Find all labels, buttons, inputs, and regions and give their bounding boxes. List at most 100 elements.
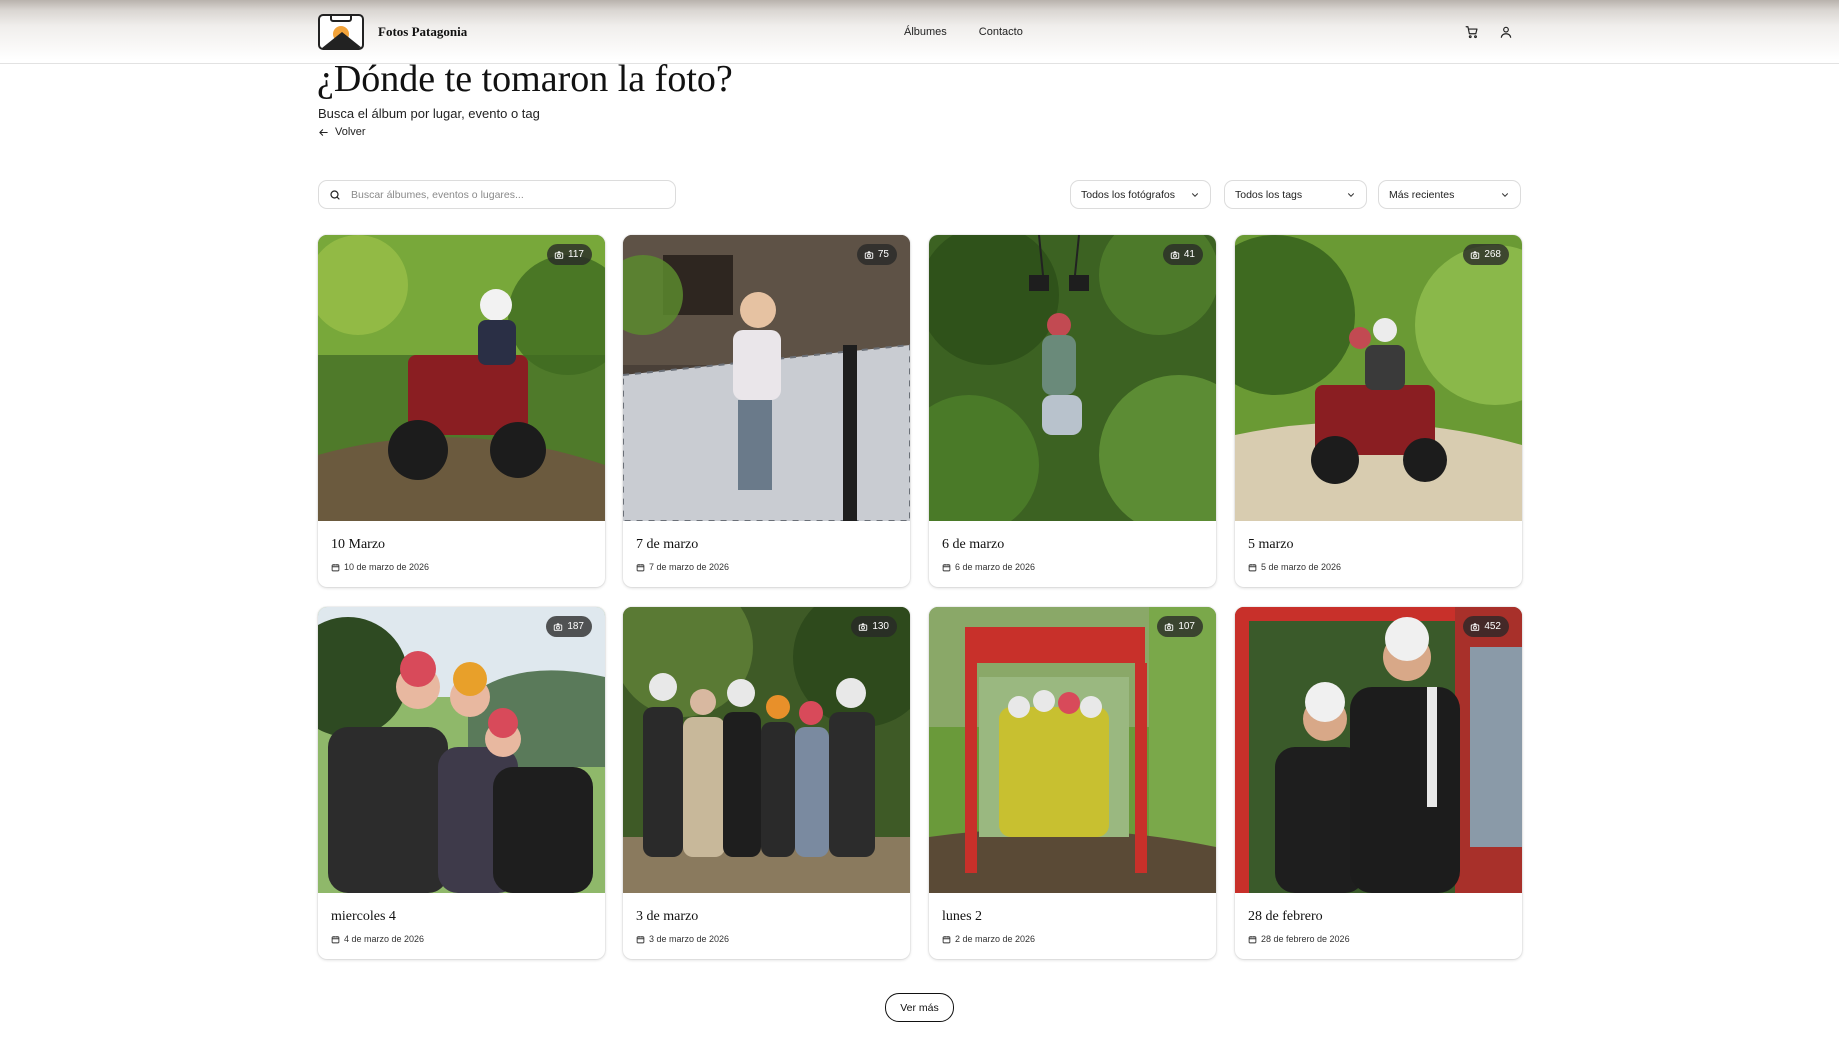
album-name: miercoles 4 xyxy=(331,909,396,924)
album-date: 7 de marzo de 2026 xyxy=(636,562,729,572)
photo-count: 452 xyxy=(1484,621,1501,632)
photo-count-badge: 268 xyxy=(1463,244,1509,265)
photo-count: 130 xyxy=(872,621,889,632)
album-name: 7 de marzo xyxy=(636,537,699,552)
arrow-left-icon xyxy=(319,128,328,136)
camera-logo-icon xyxy=(318,14,364,50)
calendar-icon xyxy=(331,935,340,943)
album-card[interactable]: 107 lunes 2 2 de marzo de 2026 xyxy=(929,607,1216,959)
album-name: lunes 2 xyxy=(942,909,983,924)
album-date-text: 3 de marzo de 2026 xyxy=(649,934,730,944)
album-date: 10 de marzo de 2026 xyxy=(331,562,429,572)
album-name: 10 Marzo xyxy=(331,537,386,552)
calendar-icon xyxy=(636,935,645,943)
photographer-select[interactable]: Todos los fotógrafos xyxy=(1070,180,1211,209)
album-cover-image xyxy=(929,607,1216,893)
photo-count-badge: 187 xyxy=(546,616,592,637)
photo-count: 117 xyxy=(568,249,584,260)
album-name: 6 de marzo xyxy=(942,537,1005,552)
album-card[interactable]: 452 28 de febrero 28 de febrero de 2026 xyxy=(1235,607,1522,959)
calendar-icon xyxy=(1248,563,1257,571)
nav-albums-link[interactable]: Álbumes xyxy=(904,26,947,38)
calendar-icon xyxy=(1248,935,1257,943)
album-date: 4 de marzo de 2026 xyxy=(331,934,424,944)
album-cover-image xyxy=(318,235,605,521)
album-date: 2 de marzo de 2026 xyxy=(942,934,1035,944)
camera-icon xyxy=(554,250,564,259)
back-label: Volver xyxy=(335,126,366,138)
album-cover-image xyxy=(623,607,910,893)
album-date: 3 de marzo de 2026 xyxy=(636,934,729,944)
camera-icon xyxy=(1165,622,1174,631)
camera-icon xyxy=(1471,250,1480,259)
album-date-text: 10 de marzo de 2026 xyxy=(344,562,430,572)
photo-count: 107 xyxy=(1178,621,1195,632)
load-more-button[interactable]: Ver más xyxy=(885,993,954,1022)
main-nav: Álbumes Contacto xyxy=(904,26,1023,38)
photographer-select-value: Todos los fotógrafos xyxy=(1081,188,1175,201)
album-date: 28 de febrero de 2026 xyxy=(1248,934,1350,944)
chevron-down-icon xyxy=(1192,192,1198,197)
calendar-icon xyxy=(636,563,645,571)
album-date-text: 28 de febrero de 2026 xyxy=(1261,934,1350,944)
site-header: Fotos Patagonia Álbumes Contacto xyxy=(0,0,1839,64)
nav-contact-link[interactable]: Contacto xyxy=(979,26,1023,38)
album-date-text: 5 de marzo de 2026 xyxy=(1261,562,1342,572)
album-date: 6 de marzo de 2026 xyxy=(942,562,1035,572)
album-date-text: 6 de marzo de 2026 xyxy=(955,562,1036,572)
calendar-icon xyxy=(942,563,951,571)
calendar-icon xyxy=(942,935,951,943)
album-date-text: 7 de marzo de 2026 xyxy=(649,562,730,572)
camera-icon xyxy=(1170,250,1180,259)
album-name: 28 de febrero xyxy=(1248,909,1323,924)
album-cover-image xyxy=(1235,235,1522,521)
album-card[interactable]: 130 3 de marzo 3 de marzo de 2026 xyxy=(623,607,910,959)
photo-count-badge: 452 xyxy=(1463,616,1509,637)
photo-count-badge: 107 xyxy=(1157,616,1203,637)
page-title: ¿Dónde te tomaron la foto? xyxy=(317,58,733,100)
album-name: 3 de marzo xyxy=(636,909,699,924)
page-subtitle: Busca el álbum por lugar, evento o tag xyxy=(318,106,540,121)
album-card[interactable]: 75 7 de marzo 7 de marzo de 2026 xyxy=(623,235,910,587)
album-name: 5 marzo xyxy=(1248,537,1294,552)
sort-select-value: Más recientes xyxy=(1389,188,1455,201)
photo-count: 268 xyxy=(1484,249,1501,260)
camera-icon xyxy=(554,622,563,631)
photo-count-badge: 41 xyxy=(1162,244,1203,265)
photo-count: 187 xyxy=(567,621,584,632)
camera-icon xyxy=(1471,622,1480,631)
search-box xyxy=(318,180,676,209)
sort-select[interactable]: Más recientes xyxy=(1378,180,1521,209)
album-date-text: 2 de marzo de 2026 xyxy=(955,934,1036,944)
chevron-down-icon xyxy=(1502,192,1508,197)
album-date: 5 de marzo de 2026 xyxy=(1248,562,1341,572)
album-cover-image xyxy=(929,235,1216,521)
camera-icon xyxy=(864,250,874,259)
camera-icon xyxy=(859,622,868,631)
cart-icon[interactable] xyxy=(1465,25,1479,44)
header-actions xyxy=(1465,25,1513,44)
album-cover-image xyxy=(623,235,910,521)
chevron-down-icon xyxy=(1348,192,1354,197)
tags-select[interactable]: Todos los tags xyxy=(1224,180,1367,209)
photo-count: 41 xyxy=(1183,249,1195,260)
photo-count-badge: 117 xyxy=(547,244,592,265)
search-input[interactable] xyxy=(351,188,651,201)
album-cover-image xyxy=(318,607,605,893)
tags-select-value: Todos los tags xyxy=(1235,188,1303,201)
photo-count-badge: 130 xyxy=(851,616,897,637)
calendar-icon xyxy=(331,563,340,571)
album-card[interactable]: 41 6 de marzo 6 de marzo de 2026 xyxy=(929,235,1216,587)
back-link[interactable]: Volver xyxy=(318,126,366,138)
photo-count: 75 xyxy=(877,249,889,260)
photo-count-badge: 75 xyxy=(856,244,897,265)
album-date-text: 4 de marzo de 2026 xyxy=(344,934,425,944)
album-card[interactable]: 187 miercoles 4 4 de marzo de 2026 xyxy=(318,607,605,959)
search-icon xyxy=(330,189,340,200)
album-card[interactable]: 268 5 marzo 5 de marzo de 2026 xyxy=(1235,235,1522,587)
user-icon[interactable] xyxy=(1499,25,1513,44)
album-cover-image xyxy=(1235,607,1522,893)
brand-logo-link[interactable]: Fotos Patagonia xyxy=(318,14,467,50)
brand-name: Fotos Patagonia xyxy=(378,24,468,39)
album-card[interactable]: 117 10 Marzo 10 de marzo de 2026 xyxy=(318,235,605,587)
